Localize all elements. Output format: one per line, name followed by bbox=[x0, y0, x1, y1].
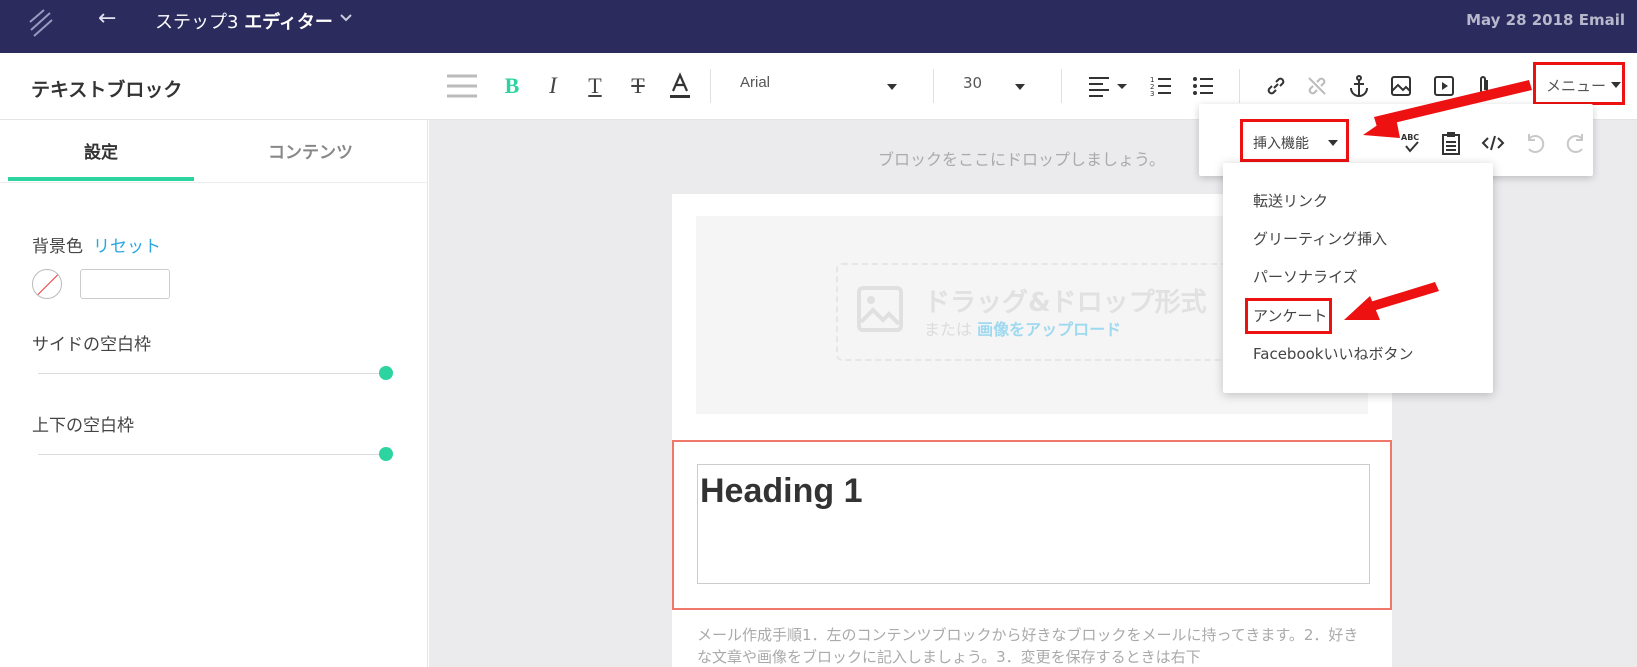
font-color-icon[interactable] bbox=[668, 71, 692, 101]
unlink-icon[interactable] bbox=[1305, 71, 1329, 101]
clipboard-icon[interactable] bbox=[1440, 131, 1462, 155]
chevron-down-icon[interactable] bbox=[338, 10, 354, 26]
font-size-value: 30 bbox=[963, 74, 983, 92]
side-padding-label: サイドの空白枠 bbox=[32, 335, 151, 355]
image-drop-subtitle: または 画像をアップロード bbox=[924, 316, 1121, 340]
video-icon[interactable] bbox=[1432, 71, 1456, 101]
align-left-icon[interactable] bbox=[1087, 71, 1131, 101]
anchor-icon[interactable] bbox=[1347, 71, 1371, 101]
toolbar-separator bbox=[1061, 69, 1062, 103]
insert-feature-label: 挿入機能 bbox=[1253, 136, 1309, 152]
spellcheck-icon-text: ABC bbox=[1401, 133, 1419, 142]
image-drop-or: または bbox=[924, 320, 973, 339]
menu-item-greeting[interactable]: グリーティング挿入 bbox=[1253, 228, 1387, 249]
title-step: ステップ3 bbox=[155, 12, 239, 33]
italic-icon[interactable]: I bbox=[543, 71, 563, 101]
menu-button[interactable]: メニュー bbox=[1533, 62, 1625, 105]
vertical-padding-label: 上下の空白枠 bbox=[32, 416, 134, 436]
side-padding-slider[interactable] bbox=[38, 373, 386, 374]
tab-divider bbox=[0, 182, 428, 183]
top-bar: ← ステップ3 エディター May 28 2018 Email bbox=[0, 0, 1637, 53]
title-main: エディター bbox=[244, 12, 333, 33]
bold-icon[interactable]: B bbox=[502, 71, 522, 101]
tab-content[interactable]: コンテンツ bbox=[268, 138, 353, 163]
font-family-select[interactable]: Arial bbox=[740, 74, 900, 100]
color-input[interactable] bbox=[80, 269, 170, 299]
drag-handle-icon[interactable] bbox=[446, 71, 478, 101]
bg-color-label: 背景色 bbox=[32, 237, 83, 257]
font-size-select[interactable]: 30 bbox=[963, 74, 1025, 100]
undo-icon[interactable] bbox=[1523, 131, 1547, 155]
menu-item-personalize[interactable]: パーソナライズ bbox=[1253, 266, 1358, 287]
app-logo-icon[interactable] bbox=[28, 8, 54, 38]
email-name[interactable]: May 28 2018 Email bbox=[1466, 11, 1625, 29]
vertical-padding-slider[interactable] bbox=[38, 454, 386, 455]
body-text[interactable]: メール作成手順1．左のコンテンツブロックから好きなブロックをメールに持ってきます… bbox=[697, 624, 1367, 667]
settings-panel: 設定 コンテンツ 背景色 リセット サイドの空白枠 上下の空白枠 bbox=[0, 120, 428, 667]
reset-link[interactable]: リセット bbox=[93, 232, 161, 257]
ordered-list-icon[interactable]: 123 bbox=[1150, 71, 1172, 101]
active-tab-indicator bbox=[8, 177, 194, 181]
page-title: ステップ3 エディター bbox=[155, 8, 333, 34]
upload-image-link[interactable]: 画像をアップロード bbox=[977, 320, 1121, 339]
image-icon[interactable] bbox=[1389, 71, 1413, 101]
heading-text[interactable]: Heading 1 bbox=[700, 472, 862, 511]
image-drop-title: ドラッグ&ドロップ形式 bbox=[924, 288, 1207, 318]
block-title: テキストブロック bbox=[31, 79, 183, 101]
toolbar-separator bbox=[1239, 69, 1240, 103]
no-color-swatch[interactable] bbox=[32, 269, 62, 299]
drop-hint: ブロックをここにドロップしましょう。 bbox=[878, 150, 1166, 169]
toolbar-separator bbox=[933, 69, 934, 103]
vertical-padding-slider-knob[interactable] bbox=[379, 447, 393, 461]
redo-icon[interactable] bbox=[1564, 131, 1588, 155]
menu-button-label: メニュー bbox=[1546, 77, 1607, 95]
back-arrow-icon[interactable]: ← bbox=[98, 6, 116, 31]
attachment-icon[interactable] bbox=[1474, 71, 1494, 101]
underline-icon[interactable]: T bbox=[584, 71, 606, 101]
link-icon[interactable] bbox=[1264, 71, 1288, 101]
caret-down-icon bbox=[1328, 140, 1338, 146]
toolbar-separator bbox=[710, 69, 711, 103]
spellcheck-icon[interactable]: ABC bbox=[1398, 131, 1426, 155]
caret-down-icon bbox=[887, 84, 897, 90]
survey-highlight-box bbox=[1245, 298, 1332, 334]
tab-settings[interactable]: 設定 bbox=[84, 138, 118, 163]
source-code-icon[interactable] bbox=[1481, 133, 1505, 153]
side-padding-slider-knob[interactable] bbox=[379, 366, 393, 380]
font-family-value: Arial bbox=[740, 74, 771, 91]
bullet-list-icon[interactable] bbox=[1192, 71, 1214, 101]
image-placeholder-icon bbox=[857, 286, 903, 332]
caret-down-icon bbox=[1015, 84, 1025, 90]
caret-down-icon bbox=[1611, 82, 1621, 88]
svg-text:3: 3 bbox=[1150, 90, 1154, 97]
menu-item-forward-link[interactable]: 転送リンク bbox=[1253, 190, 1328, 211]
insert-feature-button[interactable]: 挿入機能 bbox=[1240, 119, 1349, 162]
strikethrough-icon[interactable]: T bbox=[627, 71, 649, 101]
menu-item-facebook-like[interactable]: Facebookいいねボタン bbox=[1253, 343, 1413, 364]
